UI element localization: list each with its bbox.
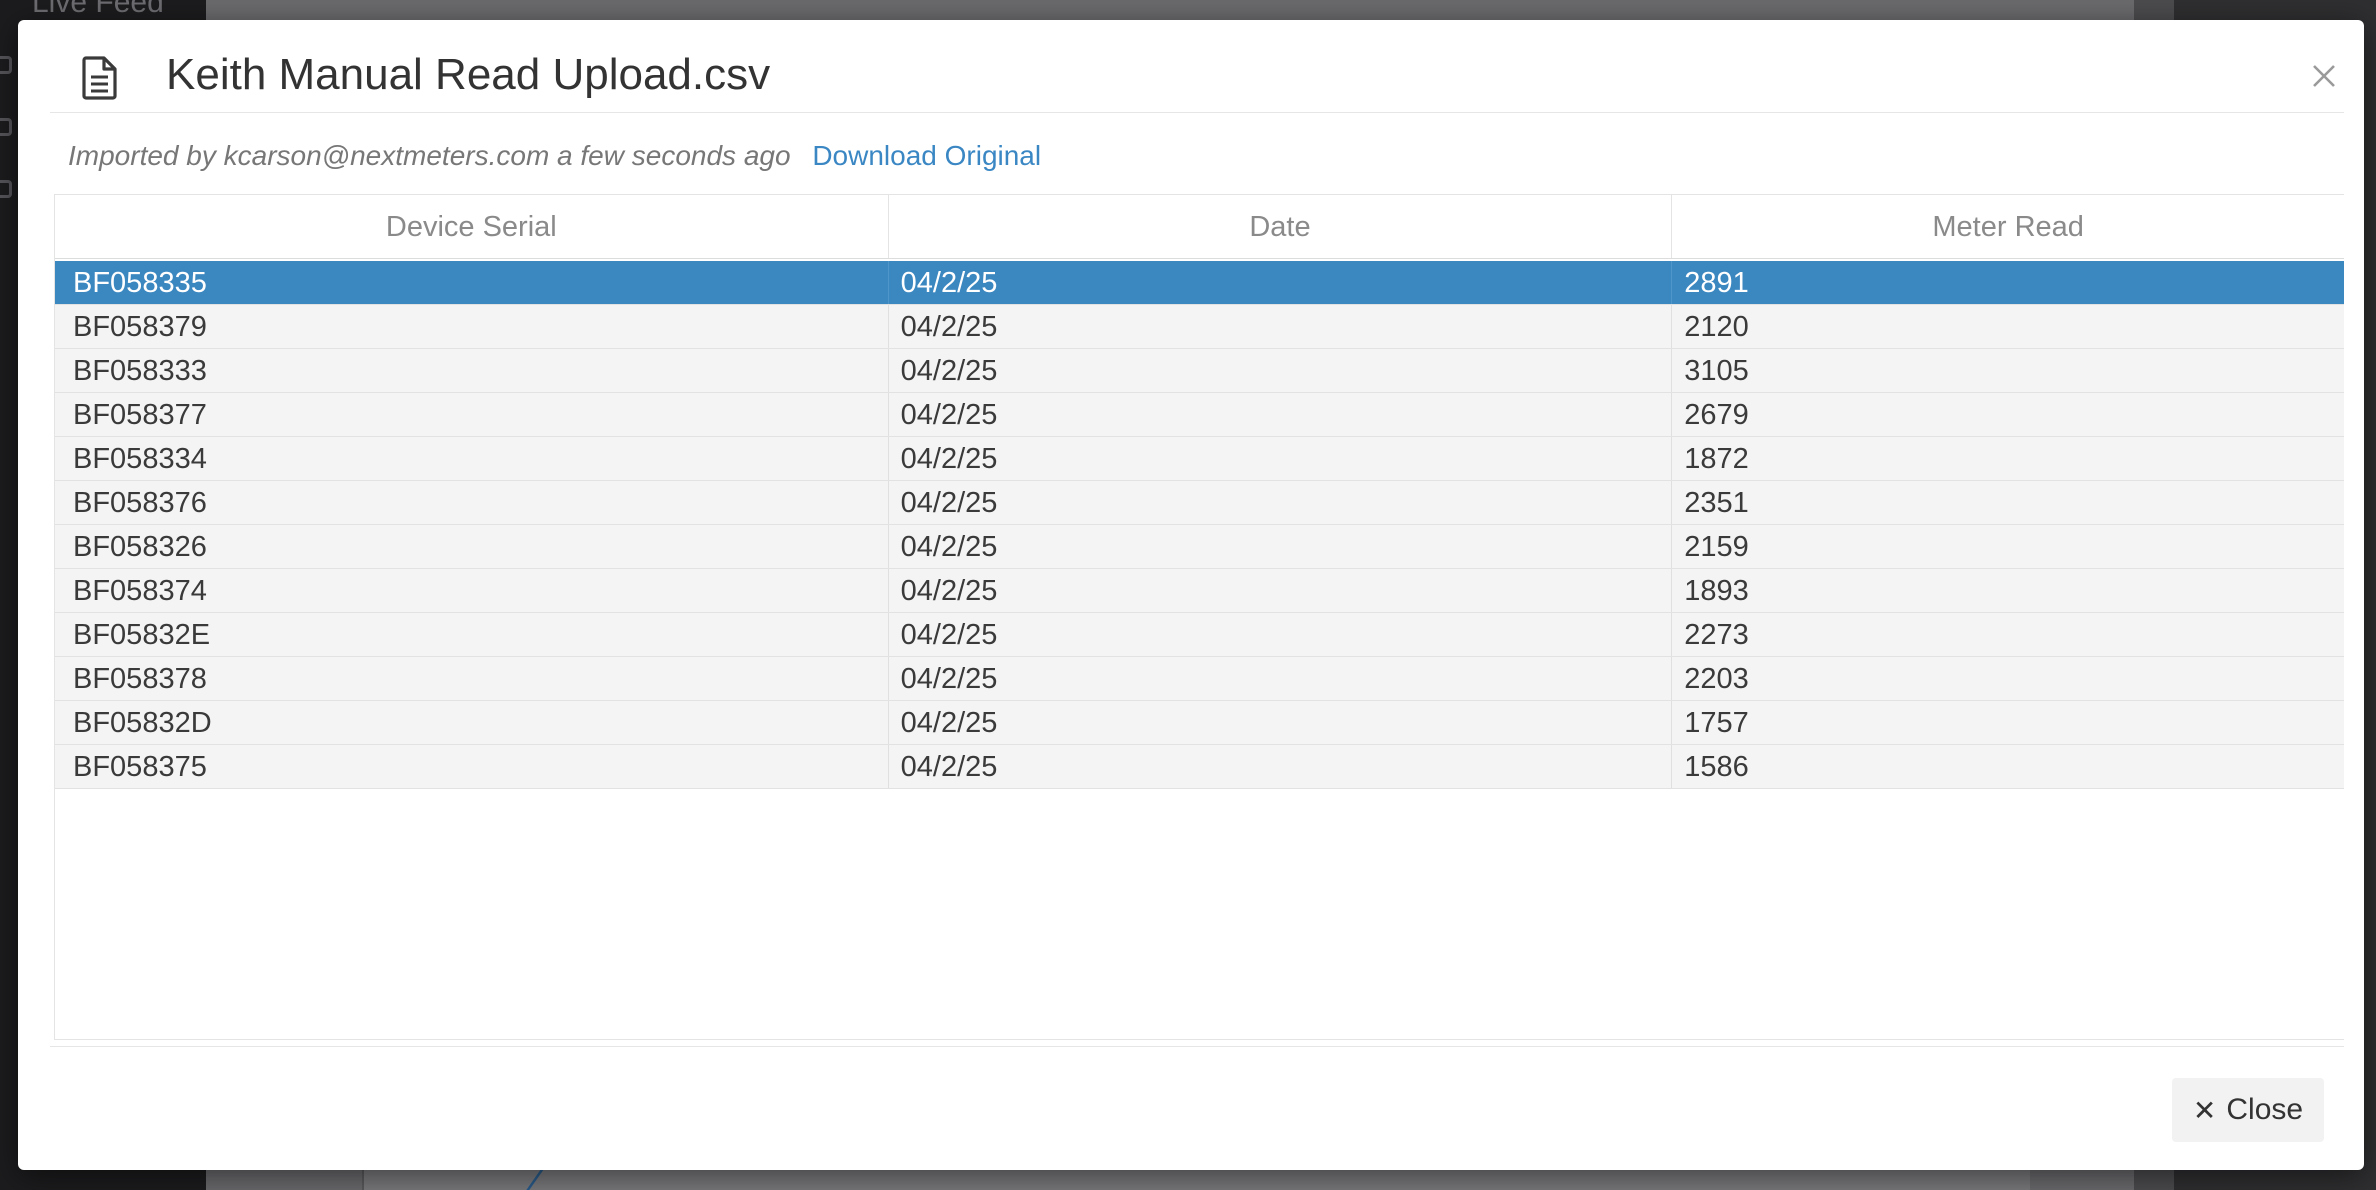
date-cell: 04/2/25 bbox=[889, 525, 1673, 568]
device-serial-cell: BF058375 bbox=[55, 745, 889, 788]
device-serial-cell: BF058333 bbox=[55, 349, 889, 392]
meter-read-cell: 2679 bbox=[1684, 399, 1749, 431]
date-cell: 04/2/25 bbox=[889, 261, 1673, 304]
device-serial-cell: BF058326 bbox=[55, 525, 889, 568]
table-row[interactable]: BF058375 04/2/25 1586 bbox=[55, 745, 2344, 789]
modal-header: Keith Manual Read Upload.csv bbox=[50, 20, 2344, 113]
date-cell: 04/2/25 bbox=[889, 305, 1673, 348]
table-row[interactable]: BF058374 04/2/25 1893 bbox=[55, 569, 2344, 613]
meter-read-cell: 1893 bbox=[1684, 575, 1749, 607]
table-row[interactable]: BF058333 04/2/25 3105 bbox=[55, 349, 2344, 393]
import-file-modal: Keith Manual Read Upload.csv Imported by… bbox=[18, 20, 2364, 1170]
table-header: Device Serial Date Meter Read bbox=[55, 195, 2344, 259]
sidebar-icon bbox=[0, 56, 12, 74]
device-serial-cell: BF05832E bbox=[55, 613, 889, 656]
device-serial-cell: BF058334 bbox=[55, 437, 889, 480]
meter-read-cell: 1586 bbox=[1684, 751, 1749, 783]
table-body: BF058335 04/2/25 2891 BF058379 04/2/25 2120 BF… bbox=[55, 259, 2344, 789]
import-meta: Imported by kcarson@nextmeters.com a few… bbox=[68, 140, 1041, 172]
background-card bbox=[362, 1168, 2030, 1190]
device-serial-cell: BF058379 bbox=[55, 305, 889, 348]
date-cell: 04/2/25 bbox=[889, 481, 1673, 524]
device-serial-cell: BF058377 bbox=[55, 393, 889, 436]
date-cell: 04/2/25 bbox=[889, 569, 1673, 612]
close-icon: ✕ bbox=[2192, 1094, 2217, 1126]
table-row[interactable]: BF058326 04/2/25 2159 bbox=[55, 525, 2344, 569]
table-row[interactable]: BF058334 04/2/25 1872 bbox=[55, 437, 2344, 481]
date-cell: 04/2/25 bbox=[889, 657, 1673, 700]
meter-read-cell: 2120 bbox=[1684, 311, 1749, 343]
table-row[interactable]: BF058377 04/2/25 2679 bbox=[55, 393, 2344, 437]
date-cell: 04/2/25 bbox=[889, 393, 1673, 436]
column-header-device-serial[interactable]: Device Serial bbox=[55, 195, 889, 258]
close-button-label: Close bbox=[2226, 1093, 2304, 1126]
table-row[interactable]: BF058378 04/2/25 2203 bbox=[55, 657, 2344, 701]
table-row[interactable]: BF05832D 04/2/25 1757 bbox=[55, 701, 2344, 745]
device-serial-cell: BF058374 bbox=[55, 569, 889, 612]
meter-read-cell: 2273 bbox=[1684, 619, 1749, 651]
device-serial-cell: BF058378 bbox=[55, 657, 889, 700]
background-chart-line bbox=[526, 1168, 556, 1190]
data-table: Device Serial Date Meter Read BF058335 04… bbox=[54, 194, 2344, 1040]
device-serial-cell: BF058335 bbox=[55, 261, 889, 304]
date-cell: 04/2/25 bbox=[889, 613, 1673, 656]
table-row[interactable]: BF058379 04/2/25 2120 bbox=[55, 305, 2344, 349]
meter-read-cell: 3105 bbox=[1684, 355, 1749, 387]
imported-by-text: Imported by kcarson@nextmeters.com a few… bbox=[68, 140, 791, 171]
date-cell: 04/2/25 bbox=[889, 437, 1673, 480]
column-header-meter-read[interactable]: Meter Read bbox=[1672, 195, 2344, 258]
close-button[interactable]: ✕ Close bbox=[2172, 1078, 2324, 1142]
sidebar-icon bbox=[0, 118, 12, 136]
column-header-date[interactable]: Date bbox=[889, 195, 1673, 258]
footer-divider bbox=[50, 1046, 2344, 1047]
meter-read-cell: 1872 bbox=[1684, 443, 1749, 475]
meter-read-cell: 2159 bbox=[1684, 531, 1749, 563]
table-row[interactable]: BF05832E 04/2/25 2273 bbox=[55, 613, 2344, 657]
device-serial-cell: BF05832D bbox=[55, 701, 889, 744]
file-text-icon bbox=[82, 56, 117, 100]
meter-read-cell: 1757 bbox=[1684, 707, 1749, 739]
table-row[interactable]: BF058335 04/2/25 2891 bbox=[55, 261, 2344, 305]
meter-read-cell: 2203 bbox=[1684, 663, 1749, 695]
download-original-link[interactable]: Download Original bbox=[812, 140, 1041, 171]
date-cell: 04/2/25 bbox=[889, 349, 1673, 392]
date-cell: 04/2/25 bbox=[889, 745, 1673, 788]
sidebar-item-live-feed: Live Feed bbox=[32, 0, 164, 19]
modal-title: Keith Manual Read Upload.csv bbox=[166, 50, 771, 99]
meter-read-cell: 2891 bbox=[1684, 267, 1749, 299]
table-row[interactable]: BF058376 04/2/25 2351 bbox=[55, 481, 2344, 525]
meter-read-cell: 2351 bbox=[1684, 487, 1749, 519]
close-icon[interactable] bbox=[2310, 62, 2338, 90]
date-cell: 04/2/25 bbox=[889, 701, 1673, 744]
sidebar-icon bbox=[0, 180, 12, 198]
device-serial-cell: BF058376 bbox=[55, 481, 889, 524]
